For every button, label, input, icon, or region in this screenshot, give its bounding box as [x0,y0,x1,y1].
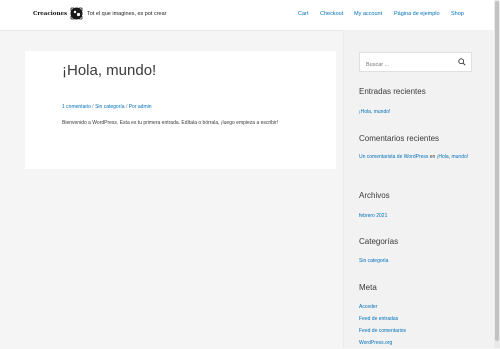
site-tagline: Tot el que imagines, es pot crear [87,11,167,17]
meta-separator: / [125,104,128,110]
search-form [359,52,472,74]
site-logo[interactable]: Creaciones [33,6,84,21]
search-icon[interactable] [458,58,466,66]
scrollbar-thumb[interactable] [495,1,499,341]
recent-post-link[interactable]: ¡Hola, mundo! [359,107,479,118]
nav-checkout[interactable]: Checkout [320,11,343,17]
comment-post-link[interactable]: ¡Hola, mundo! [437,154,468,160]
sidebar: Entradas recientes ¡Hola, mundo! Comenta… [343,30,495,348]
post-category-link[interactable]: Sin categoría [95,104,124,110]
post-title[interactable]: ¡Hola, mundo! [62,61,332,81]
post-excerpt: Bienvenido a WordPress. Esta es tu prime… [62,120,279,126]
widget-title-archives: Archivos [359,191,390,200]
meta-link-comments-feed[interactable]: Feed de comentarios [359,326,479,337]
comment-connector: en [429,154,436,160]
widget-title-recent-posts: Entradas recientes [359,87,426,96]
nav-shop[interactable]: Shop [451,11,464,17]
widget-title-categories: Categorías [359,237,399,246]
meta-link-login[interactable]: Acceder [359,302,479,313]
post-author-prefix: Por [128,104,137,110]
post-author-link[interactable]: admin [138,104,152,110]
meta-link-entries-feed[interactable]: Feed de entradas [359,314,479,325]
nav-my-account[interactable]: My account [354,11,382,17]
nav-cart[interactable]: Cart [298,11,308,17]
recent-comment: Un comentarista de WordPress en ¡Hola, m… [359,152,479,163]
post-card: ¡Hola, mundo! 1 comentario / Sin categor… [25,51,336,169]
widget-title-recent-comments: Comentarios recientes [359,134,440,143]
logo-text: Creaciones [33,10,68,17]
category-link[interactable]: Sin categoría [359,256,479,267]
logo-mark-icon [70,7,83,20]
site-header: Creaciones Tot el que imagines, es pot c… [0,0,494,31]
comment-author-link[interactable]: Un comentarista de WordPress [359,154,428,160]
search-input[interactable] [360,56,456,74]
widget-title-meta: Meta [359,283,377,292]
post-meta: 1 comentario / Sin categoría / Por admin [62,104,332,110]
nav-sample-page[interactable]: Página de ejemplo [394,11,440,17]
archive-link[interactable]: febrero 2021 [359,211,479,222]
meta-link-wordpress-org[interactable]: WordPress.org [359,338,479,349]
post-comments-link[interactable]: 1 comentario [62,104,91,110]
page-scrollbar[interactable] [494,0,500,348]
meta-separator: / [92,104,94,110]
